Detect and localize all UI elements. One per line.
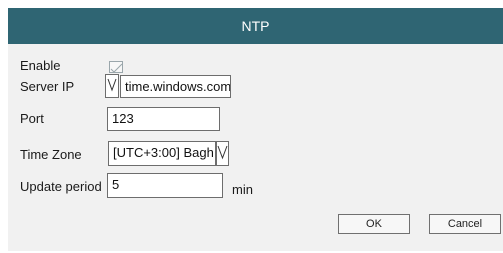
enable-label: Enable — [20, 58, 61, 73]
port-label: Port — [20, 111, 44, 126]
cancel-button[interactable]: Cancel — [429, 214, 501, 234]
time-zone-select[interactable]: [UTC+3:00] Bagh — [108, 141, 216, 166]
ntp-dialog: NTP Enable Server IP time.windows.com Po… — [8, 8, 503, 251]
server-ip-input[interactable]: time.windows.com — [120, 75, 231, 98]
update-period-input[interactable]: 5 — [107, 173, 223, 198]
triangle-down-icon — [216, 141, 229, 166]
dialog-title: NTP — [8, 8, 503, 44]
server-ip-label: Server IP — [20, 79, 75, 94]
server-ip-dropdown-button[interactable] — [105, 74, 119, 98]
ok-button[interactable]: OK — [338, 214, 410, 234]
checkmark-icon — [110, 63, 123, 73]
time-zone-label: Time Zone — [20, 147, 82, 162]
time-zone-dropdown-button[interactable] — [216, 141, 229, 166]
update-period-unit: min — [232, 182, 253, 197]
update-period-label: Update period — [20, 179, 102, 194]
port-input[interactable]: 123 — [107, 107, 220, 131]
enable-checkbox[interactable] — [109, 61, 123, 73]
triangle-down-icon — [105, 74, 119, 98]
